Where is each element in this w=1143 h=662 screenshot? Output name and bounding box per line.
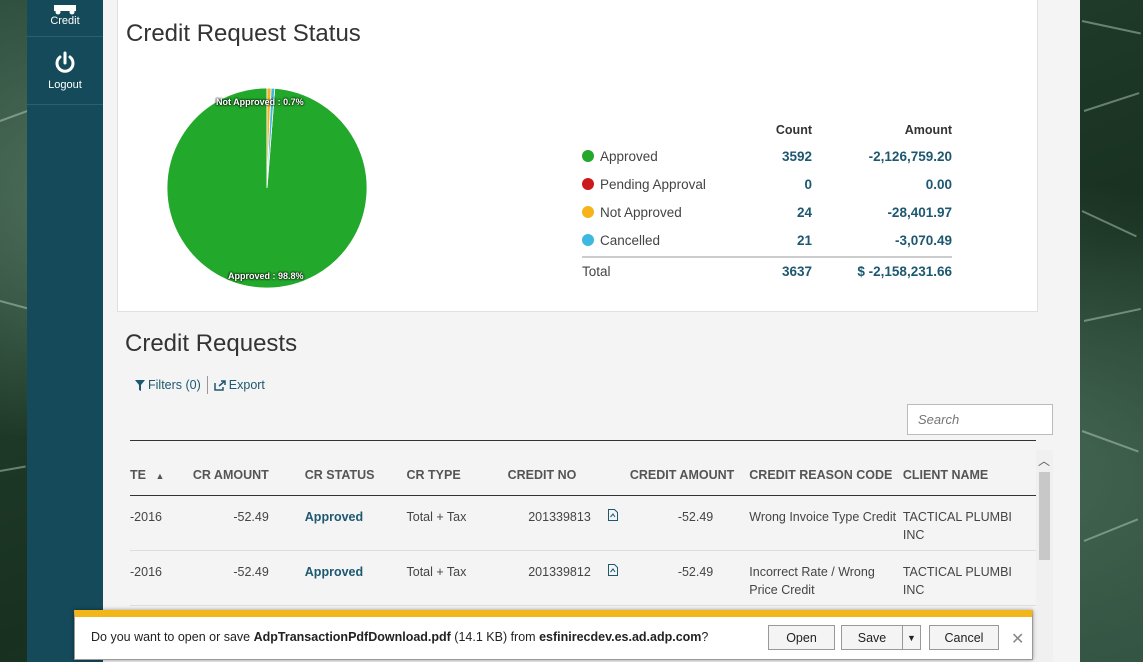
legend-count: 24 — [796, 204, 812, 220]
export-label: Export — [228, 378, 265, 392]
legend-amount-header: Amount — [904, 123, 952, 137]
cell-status[interactable]: Approved — [304, 550, 407, 606]
legend-count: 0 — [804, 176, 812, 192]
pie-label-approved: Approved : 98.8% — [228, 271, 304, 281]
scroll-thumb[interactable] — [1039, 472, 1050, 560]
nav-label-credit: Credit — [50, 15, 80, 27]
cell-client: TACTICAL PLUMBI INC — [902, 495, 1036, 551]
toolbar-divider — [206, 376, 208, 394]
legend-amount: -28,401.97 — [887, 204, 952, 220]
table-row[interactable]: -2016 -52.49 Approved Total + Tax 201339… — [130, 550, 1036, 606]
cancel-button[interactable]: Cancel — [929, 625, 999, 650]
legend-total-row: Total 3637 $ -2,158,231.66 — [582, 256, 952, 284]
legend-amount: 0.00 — [925, 176, 952, 192]
legend-amount: -3,070.49 — [894, 232, 952, 248]
pdf-download-icon[interactable] — [596, 495, 630, 551]
status-legend: Count Amount Approved 3592 -2,126,759.20… — [582, 118, 952, 284]
table-row[interactable]: -2016 -52.49 Approved Total + Tax 201339… — [130, 495, 1036, 551]
save-options-button[interactable]: ▼ — [902, 625, 921, 650]
cell-reason: Wrong Invoice Type Credit — [749, 495, 903, 551]
filters-label: Filters (0) — [148, 378, 201, 392]
col-pdf-header — [596, 441, 630, 496]
legend-dot — [582, 234, 594, 246]
scroll-up-icon[interactable]: ︿ — [1038, 452, 1050, 469]
filter-icon — [135, 379, 145, 391]
legend-row-not-approved[interactable]: Not Approved 24 -28,401.97 — [582, 198, 952, 226]
cell-reason: Incorrect Rate / Wrong Price Credit — [749, 550, 903, 606]
legend-count-header: Count — [775, 123, 812, 137]
caret-down-icon: ▼ — [907, 632, 916, 643]
legend-name: Approved — [600, 148, 658, 164]
sidebar-nav: Credit Logout — [27, 0, 103, 662]
requests-title: Credit Requests — [125, 330, 298, 357]
download-message: Do you want to open or save AdpTransacti… — [91, 630, 709, 644]
cell-client: TACTICAL PLUMBI INC — [902, 550, 1036, 606]
pie-label-not-approved: Not Approved : 0.7% — [216, 97, 304, 107]
legend-name: Not Approved — [600, 204, 682, 220]
legend-total-count: 3637 — [781, 263, 812, 279]
cell-type: Total + Tax — [406, 495, 508, 551]
col-credit-no-header[interactable]: CREDIT NO — [507, 441, 597, 496]
download-filename: AdpTransactionPdfDownload.pdf — [253, 630, 451, 644]
legend-total-amount: $ -2,158,231.66 — [857, 263, 952, 279]
legend-dot — [582, 178, 594, 190]
requests-toolbar: Filters (0) Export — [135, 376, 265, 394]
legend-total-label: Total — [582, 263, 611, 279]
col-cr-amount-header[interactable]: CR AMOUNT — [192, 441, 305, 496]
legend-row-approved[interactable]: Approved 3592 -2,126,759.20 — [582, 142, 952, 170]
table-scrollbar[interactable]: ︿ — [1036, 450, 1053, 662]
requests-table: TE ▲ CR AMOUNT CR STATUS CR TYPE CREDIT … — [130, 441, 1036, 606]
filters-button[interactable]: Filters (0) — [135, 378, 201, 392]
legend-header: Count Amount — [582, 118, 952, 142]
sort-asc-icon: ▲ — [155, 470, 165, 481]
export-icon — [214, 379, 226, 391]
cell-date: -2016 — [130, 495, 193, 551]
nav-label-logout: Logout — [48, 78, 82, 91]
col-cr-type-header[interactable]: CR TYPE — [406, 441, 508, 496]
legend-name: Pending Approval — [600, 176, 706, 192]
download-host: esfinirecdev.es.ad.adp.com — [539, 630, 702, 644]
nav-item-credit[interactable]: Credit — [27, 0, 103, 37]
legend-row-cancelled[interactable]: Cancelled 21 -3,070.49 — [582, 226, 952, 254]
cell-date: -2016 — [130, 550, 193, 606]
close-icon[interactable]: ✕ — [1011, 629, 1024, 649]
power-icon — [55, 51, 75, 73]
legend-dot — [582, 206, 594, 218]
main-content: Credit Request Status Not Approved : 0.7… — [103, 0, 1080, 662]
cell-status[interactable]: Approved — [304, 495, 407, 551]
cell-credit-amount: -52.49 — [629, 495, 750, 551]
cell-type: Total + Tax — [406, 550, 508, 606]
legend-name: Cancelled — [600, 232, 661, 248]
download-notification-bar: Do you want to open or save AdpTransacti… — [74, 610, 1033, 660]
cell-credit-amount: -52.49 — [629, 550, 750, 606]
legend-count: 21 — [796, 232, 812, 248]
pie-svg — [166, 87, 368, 289]
nav-item-logout[interactable]: Logout — [27, 37, 103, 105]
cell-cr-amount: -52.49 — [192, 495, 305, 551]
col-cr-status-header[interactable]: CR STATUS — [304, 441, 407, 496]
col-credit-amount-header[interactable]: CREDIT AMOUNT — [629, 441, 750, 496]
legend-row-pending[interactable]: Pending Approval 0 0.00 — [582, 170, 952, 198]
table-header-row: TE ▲ CR AMOUNT CR STATUS CR TYPE CREDIT … — [130, 441, 1036, 496]
legend-amount: -2,126,759.20 — [868, 148, 952, 164]
legend-count: 3592 — [781, 148, 812, 164]
col-reason-header[interactable]: CREDIT REASON CODE — [749, 441, 903, 496]
status-card: Credit Request Status Not Approved : 0.7… — [117, 0, 1038, 312]
cell-credit-no: 201339812 — [507, 550, 597, 606]
status-pie-chart: Not Approved : 0.7% Approved : 98.8% — [166, 86, 368, 295]
open-button[interactable]: Open — [768, 625, 835, 650]
legend-dot — [582, 150, 594, 162]
status-title: Credit Request Status — [126, 20, 361, 47]
col-date-header[interactable]: TE ▲ — [130, 441, 193, 496]
search-input[interactable] — [907, 404, 1053, 435]
cell-credit-no: 201339813 — [507, 495, 597, 551]
col-client-header[interactable]: CLIENT NAME — [902, 441, 1036, 496]
save-button[interactable]: Save — [841, 625, 903, 650]
pdf-download-icon[interactable] — [596, 550, 630, 606]
export-button[interactable]: Export — [214, 378, 265, 392]
truck-icon — [54, 5, 76, 15]
cell-cr-amount: -52.49 — [192, 550, 305, 606]
